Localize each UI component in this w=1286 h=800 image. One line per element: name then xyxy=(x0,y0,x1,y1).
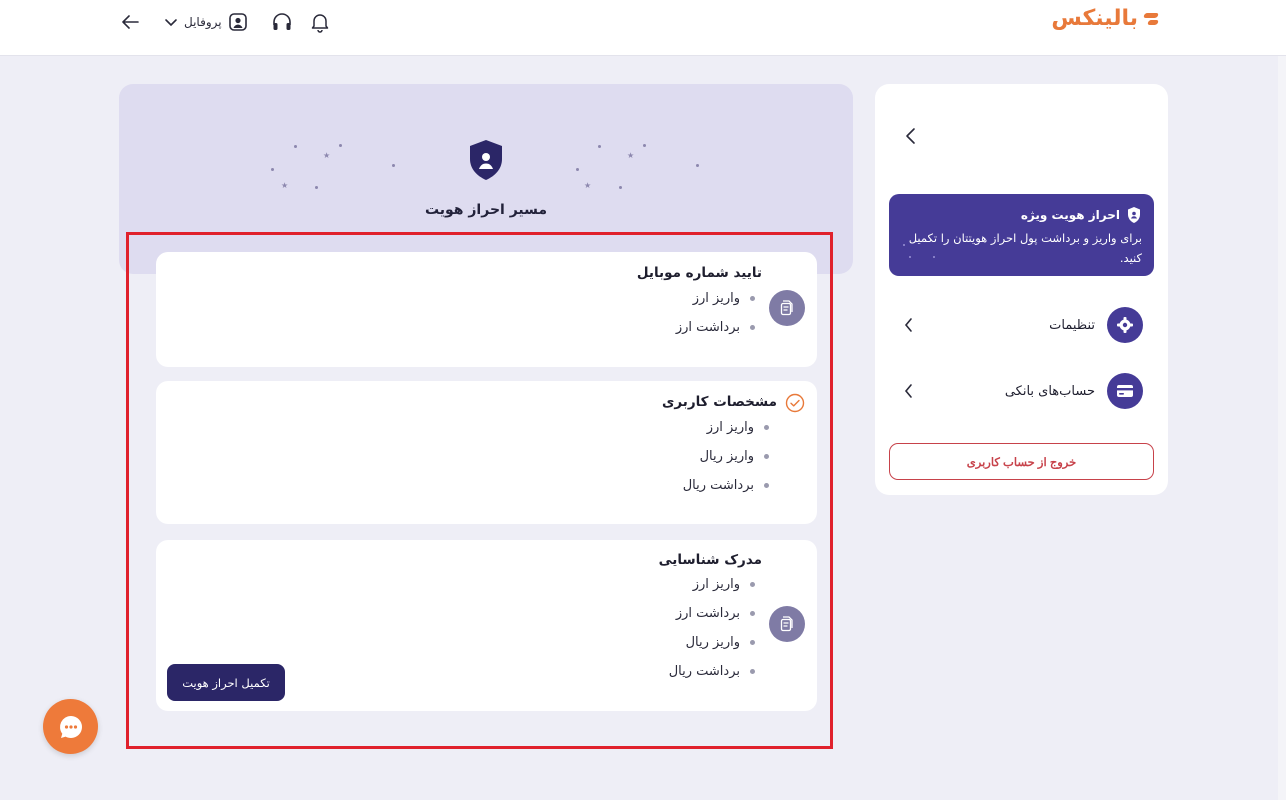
logo-mark-icon xyxy=(1142,12,1158,26)
gear-icon xyxy=(1107,307,1143,343)
sidebar-panel: احراز هویت ویژه برای واریز و برداشت پول … xyxy=(875,84,1168,495)
profile-label: پروفایل xyxy=(184,15,222,29)
sidebar-item-bank-accounts[interactable]: حساب‌های بانکی xyxy=(903,371,1143,411)
chevron-down-icon xyxy=(165,19,177,27)
top-actions: پروفایل xyxy=(118,10,332,34)
sidebar-item-bank-accounts-label: حساب‌های بانکی xyxy=(1004,383,1095,399)
user-square-icon xyxy=(228,13,247,31)
bank-card-icon xyxy=(1107,373,1143,409)
sidebar-item-settings[interactable]: تنظیمات xyxy=(903,305,1143,345)
arrow-left-icon[interactable] xyxy=(118,10,142,34)
top-bar: بالینکس پروفایل xyxy=(0,0,1286,56)
special-kyc-promo[interactable]: احراز هویت ویژه برای واریز و برداشت پول … xyxy=(889,194,1154,276)
hero-title: مسیر احراز هویت xyxy=(424,202,548,218)
sidebar-item-settings-label: تنظیمات xyxy=(1049,317,1095,333)
logo-text: بالینکس xyxy=(1051,6,1138,31)
bell-icon[interactable] xyxy=(308,10,332,34)
chevron-left-icon xyxy=(904,318,912,332)
profile-menu[interactable]: پروفایل xyxy=(164,12,248,32)
chat-support-button[interactable] xyxy=(43,699,98,754)
shield-user-icon xyxy=(1128,207,1140,223)
promo-text: برای واریز و برداشت پول احراز هویتتان را… xyxy=(908,231,1142,265)
shield-user-icon xyxy=(466,138,506,186)
promo-title: احراز هویت ویژه xyxy=(1020,208,1120,222)
logout-button[interactable]: خروج از حساب کاربری xyxy=(889,443,1154,480)
chevron-left-icon[interactable] xyxy=(903,126,919,150)
highlight-frame xyxy=(126,232,833,749)
chevron-left-icon xyxy=(904,384,912,398)
brand-logo[interactable]: بالینکس xyxy=(1051,6,1158,31)
headphones-icon[interactable] xyxy=(270,10,294,34)
chat-bubble-icon xyxy=(59,715,82,738)
scrollbar[interactable] xyxy=(1278,56,1286,800)
